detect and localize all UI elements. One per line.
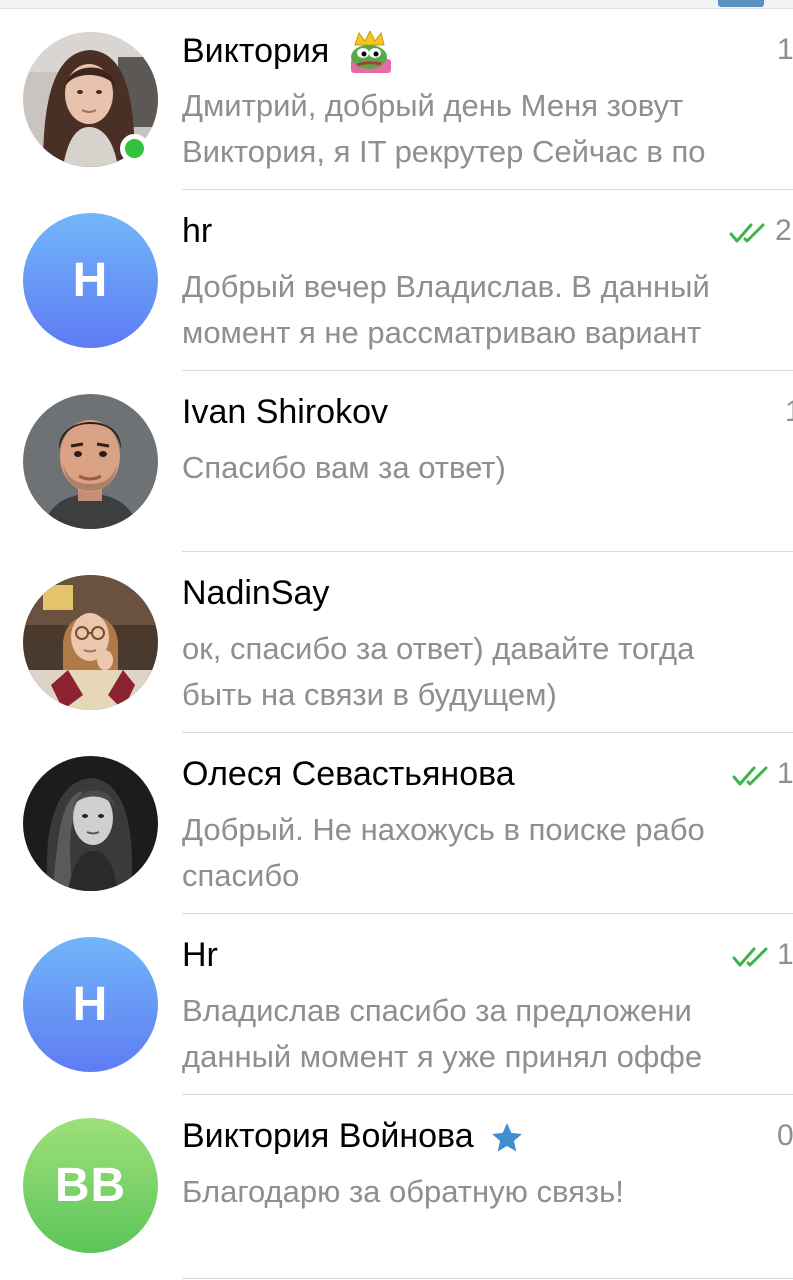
- woman-bw-portrait-icon: [23, 756, 158, 891]
- chat-time: 2: [775, 214, 792, 247]
- avatar-initials: BB: [54, 1159, 127, 1212]
- top-status-bar: [0, 0, 793, 9]
- chat-preview: Владислав спасибо за предложени данный м…: [182, 993, 703, 1074]
- avatar: [23, 394, 158, 529]
- chat-row-viktoria[interactable]: Виктория 1 Дмитрий, добрый день Меня зов…: [0, 9, 793, 190]
- avatar: H: [23, 937, 158, 1072]
- chat-name: Олеся Севастьянова: [182, 755, 515, 793]
- double-check-icon: [732, 766, 768, 786]
- chat-row-nadinsay[interactable]: NadinSay ок, спасибо за ответ) давайте т…: [0, 552, 793, 733]
- chat-name: hr: [182, 212, 213, 250]
- woman-with-glasses-portrait-icon: [23, 575, 158, 710]
- avatar-initials: H: [72, 978, 109, 1031]
- chat-preview: Благодарю за обратную связь!: [182, 1174, 624, 1209]
- chat-name: Hr: [182, 936, 218, 974]
- chat-preview: Добрый. Не нахожусь в поиске рабо спасиб…: [182, 812, 705, 893]
- chat-name: Виктория Войнова: [182, 1117, 525, 1156]
- chat-preview: Спасибо вам за ответ): [182, 450, 506, 485]
- chat-name: NadinSay: [182, 574, 330, 612]
- avatar: BB: [23, 1118, 158, 1253]
- chat-time: 1: [777, 757, 793, 790]
- chat-time: 1: [777, 33, 793, 66]
- chat-row-hr-2[interactable]: H Hr 1 Владислав спасибо за предложени д…: [0, 914, 793, 1095]
- pepe-sticker-icon: [350, 31, 391, 73]
- chat-row-ivan-shirokov[interactable]: Ivan Shirokov 1 Спасибо вам за ответ): [0, 371, 793, 552]
- avatar: [23, 756, 158, 891]
- chat-preview: ок, спасибо за ответ) давайте тогда быть…: [182, 631, 695, 712]
- chat-name: Ivan Shirokov: [182, 393, 388, 431]
- chat-row-viktoria-voynova[interactable]: BB Виктория Войнова 0 Благодарю за обрат…: [0, 1095, 793, 1279]
- chat-time: 1: [777, 938, 793, 971]
- chat-preview: Дмитрий, добрый день Меня зовут Виктория…: [182, 88, 706, 169]
- star-icon: [492, 1123, 523, 1152]
- man-portrait-icon: [23, 394, 158, 529]
- double-check-icon: [732, 947, 768, 967]
- chat-row-hr[interactable]: H hr 2 Добрый вечер Владислав. В данный …: [0, 190, 793, 371]
- double-check-icon: [729, 223, 765, 243]
- avatar-initials: H: [72, 254, 109, 307]
- chat-list: Виктория 1 Дмитрий, добрый день Меня зов…: [0, 9, 793, 1279]
- avatar: [23, 575, 158, 710]
- avatar: H: [23, 213, 158, 348]
- online-status-dot: [120, 134, 149, 163]
- divider: [182, 1278, 793, 1279]
- chat-name: Виктория: [182, 31, 393, 75]
- chat-time: 0: [777, 1119, 793, 1152]
- chat-preview: Добрый вечер Владислав. В данный момент …: [182, 269, 710, 350]
- scroll-indicator: [718, 0, 764, 7]
- chat-row-olesya-sevastyanova[interactable]: Олеся Севастьянова 1 Добрый. Не нахожусь…: [0, 733, 793, 914]
- chat-time: 1: [785, 395, 793, 429]
